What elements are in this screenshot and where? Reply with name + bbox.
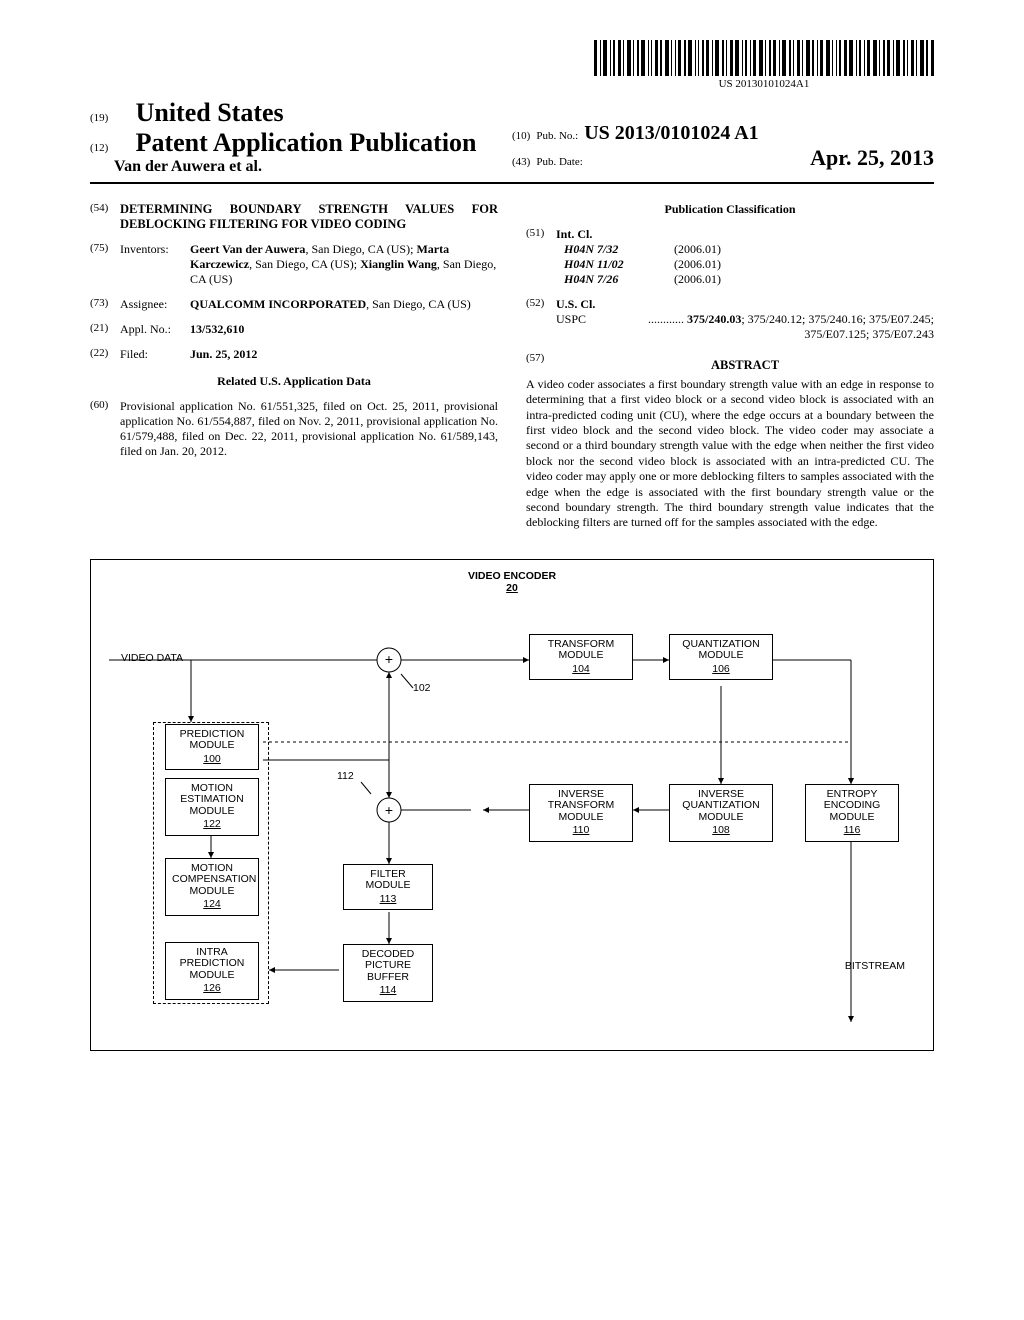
intcl-year-2: (2006.01) bbox=[674, 272, 721, 287]
abstract-body: A video coder associates a first boundar… bbox=[526, 377, 934, 531]
ref-102: 102 bbox=[413, 682, 431, 694]
block-inverse-quantization: INVERSE QUANTIZATION MODULE108 bbox=[669, 784, 773, 842]
block-motion-compensation: MOTION COMPENSATION MODULE124 bbox=[165, 858, 259, 916]
idx-22: (22) bbox=[90, 347, 120, 359]
uscl-label: U.S. Cl. bbox=[556, 297, 595, 311]
idx-43: (43) bbox=[512, 156, 530, 168]
intcl-code-2: H04N 7/26 bbox=[564, 272, 674, 287]
svg-text:+: + bbox=[385, 802, 393, 818]
ref-112: 112 bbox=[337, 770, 354, 782]
block-decoded-picture-buffer: DECODED PICTURE BUFFER114 bbox=[343, 944, 433, 1002]
inventor-1-loc: , San Diego, CA (US); bbox=[305, 242, 416, 256]
idx-12: (12) bbox=[90, 142, 108, 154]
related-header: Related U.S. Application Data bbox=[90, 374, 498, 389]
inventor-1: Geert Van der Auwera bbox=[190, 242, 305, 256]
uspc-line: USPC ............ 375/240.03; 375/240.12… bbox=[556, 312, 934, 342]
pubdate: Apr. 25, 2013 bbox=[810, 145, 934, 171]
block-transform: TRANSFORM MODULE104 bbox=[529, 634, 633, 681]
block-filter: FILTER MODULE113 bbox=[343, 864, 433, 911]
assignee-label: Assignee: bbox=[120, 297, 190, 312]
classification-header: Publication Classification bbox=[526, 202, 934, 217]
authors-line: Van der Auwera et al. bbox=[114, 158, 478, 176]
barcode-zone: US 20130101024A1 bbox=[90, 40, 934, 90]
block-entropy-encoding: ENTROPY ENCODING MODULE116 bbox=[805, 784, 899, 842]
idx-73: (73) bbox=[90, 297, 120, 309]
pubdate-label: Pub. Date: bbox=[536, 156, 582, 168]
pubno-label: Pub. No.: bbox=[536, 130, 578, 142]
pubno: US 2013/0101024 A1 bbox=[584, 122, 758, 145]
invention-title: DETERMINING BOUNDARY STRENGTH VALUES FOR… bbox=[120, 202, 498, 232]
uspc-label: USPC bbox=[556, 312, 586, 327]
idx-51: (51) bbox=[526, 227, 556, 239]
idx-21: (21) bbox=[90, 322, 120, 334]
intcl-code-0: H04N 7/32 bbox=[564, 242, 674, 257]
intcl-row: H04N 7/26 (2006.01) bbox=[556, 272, 934, 287]
inventor-3: Xianglin Wang bbox=[360, 257, 437, 271]
applno: 13/532,610 bbox=[190, 322, 244, 336]
assignee-loc: , San Diego, CA (US) bbox=[366, 297, 471, 311]
intcl-year-1: (2006.01) bbox=[674, 257, 721, 272]
block-inverse-transform: INVERSE TRANSFORM MODULE110 bbox=[529, 784, 633, 842]
uspc-primary: 375/240.03 bbox=[687, 312, 741, 326]
abstract-header: ABSTRACT bbox=[556, 358, 934, 373]
document-header: (19) United States (12) Patent Applicati… bbox=[90, 98, 934, 184]
doc-type: Patent Application Publication bbox=[136, 128, 477, 157]
assignee: QUALCOMM INCORPORATED, San Diego, CA (US… bbox=[190, 297, 498, 312]
idx-10: (10) bbox=[512, 130, 530, 142]
idx-52: (52) bbox=[526, 297, 556, 309]
inventors-label: Inventors: bbox=[120, 242, 190, 257]
inventors: Geert Van der Auwera, San Diego, CA (US)… bbox=[190, 242, 498, 287]
uspc-rest: ; 375/240.12; 375/240.16; 375/E07.245; 3… bbox=[741, 312, 934, 341]
diagram-title: VIDEO ENCODER 20 bbox=[91, 570, 933, 594]
filed-date: Jun. 25, 2012 bbox=[190, 347, 257, 361]
idx-75: (75) bbox=[90, 242, 120, 254]
idx-60: (60) bbox=[90, 399, 120, 411]
body-columns: (54) DETERMINING BOUNDARY STRENGTH VALUE… bbox=[90, 202, 934, 531]
block-intra-prediction: INTRA PREDICTION MODULE126 bbox=[165, 942, 259, 1000]
applno-label: Appl. No.: bbox=[120, 322, 190, 337]
block-prediction: PREDICTION MODULE100 bbox=[165, 724, 259, 771]
video-encoder-diagram: VIDEO ENCODER 20 + bbox=[90, 559, 934, 1051]
inventor-2-loc: , San Diego, CA (US); bbox=[249, 257, 360, 271]
bitstream-label: BITSTREAM bbox=[845, 960, 905, 972]
country: United States bbox=[136, 98, 284, 127]
filed-label: Filed: bbox=[120, 347, 190, 362]
diagram-title-num: 20 bbox=[91, 582, 933, 594]
left-column: (54) DETERMINING BOUNDARY STRENGTH VALUE… bbox=[90, 202, 498, 531]
idx-54: (54) bbox=[90, 202, 120, 214]
block-motion-estimation: MOTION ESTIMATION MODULE122 bbox=[165, 778, 259, 836]
intcl-year-0: (2006.01) bbox=[674, 242, 721, 257]
idx-19: (19) bbox=[90, 112, 108, 124]
right-column: Publication Classification (51) Int. Cl.… bbox=[526, 202, 934, 531]
intcl-label: Int. Cl. bbox=[556, 227, 592, 241]
barcode bbox=[594, 40, 934, 76]
intcl-code-1: H04N 11/02 bbox=[564, 257, 674, 272]
intcl-row: H04N 11/02 (2006.01) bbox=[556, 257, 934, 272]
related-data: Provisional application No. 61/551,325, … bbox=[120, 399, 498, 459]
uspc-dots: ............ bbox=[648, 312, 687, 326]
assignee-name: QUALCOMM INCORPORATED bbox=[190, 297, 366, 311]
barcode-text: US 20130101024A1 bbox=[594, 78, 934, 90]
video-data-label: VIDEO DATA bbox=[121, 652, 183, 664]
block-quantization: QUANTIZATION MODULE106 bbox=[669, 634, 773, 681]
intcl-row: H04N 7/32 (2006.01) bbox=[556, 242, 934, 257]
svg-text:+: + bbox=[385, 651, 393, 667]
idx-57: (57) bbox=[526, 352, 556, 364]
